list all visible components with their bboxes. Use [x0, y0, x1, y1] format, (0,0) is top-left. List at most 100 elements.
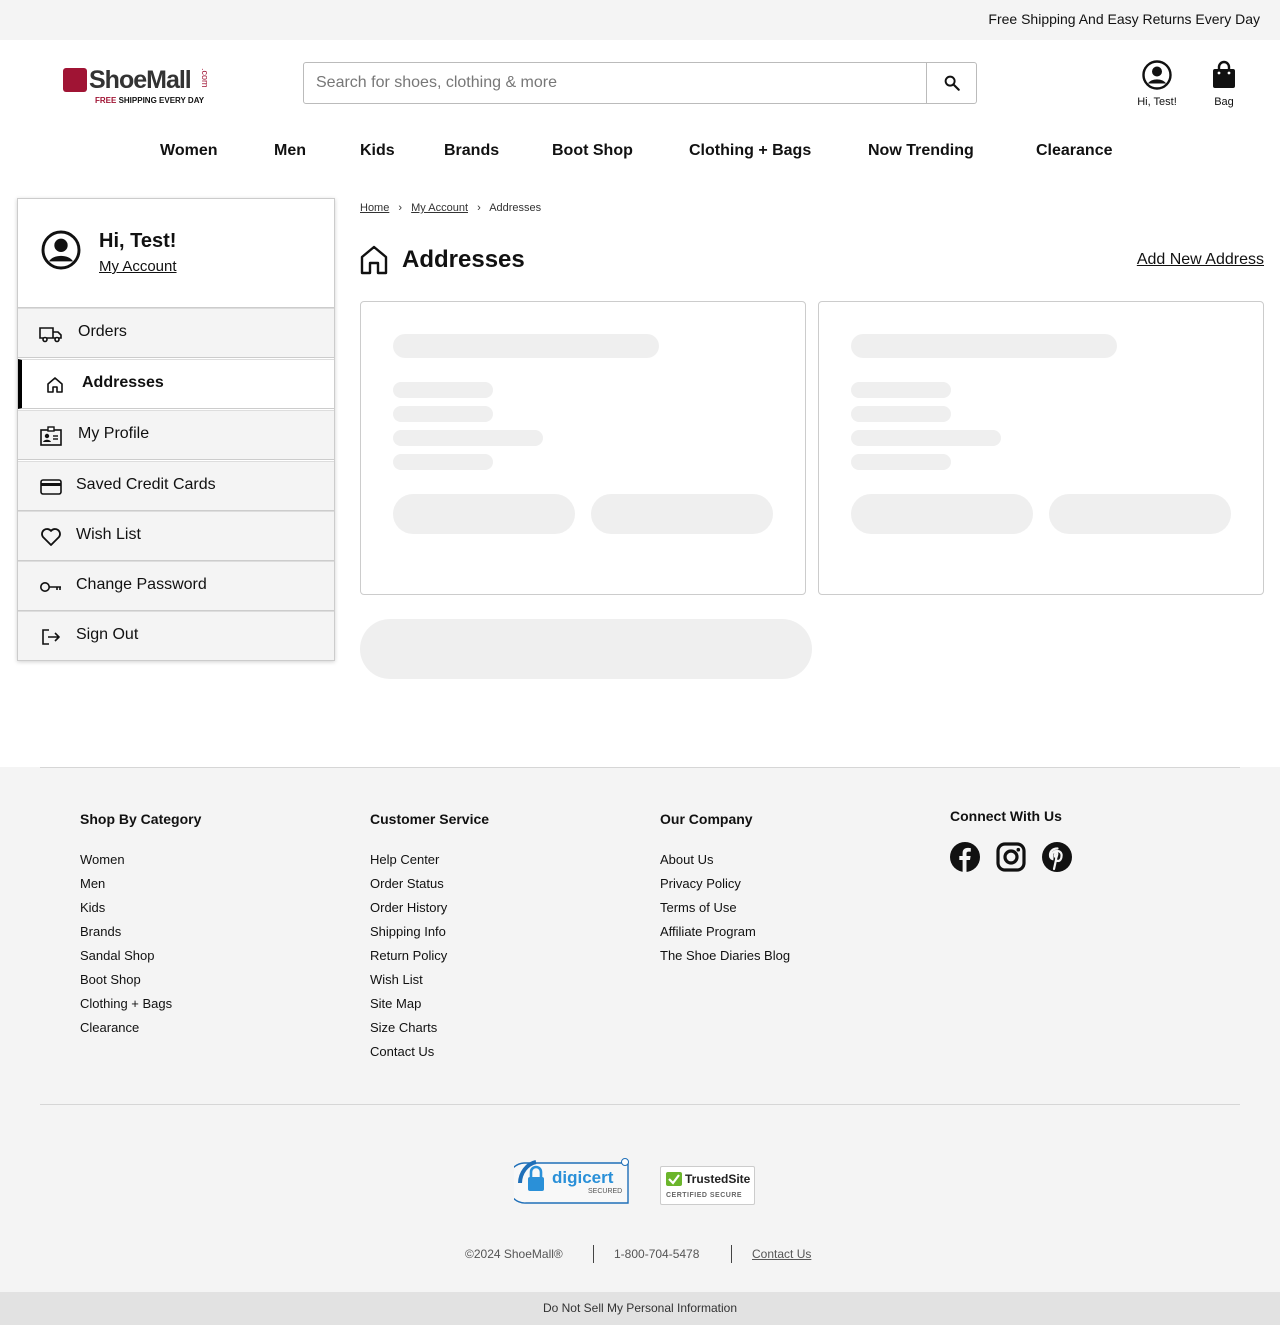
- footer-link[interactable]: Size Charts: [370, 1016, 489, 1040]
- footer-link[interactable]: Boot Shop: [80, 968, 201, 992]
- skeleton-line: [851, 406, 951, 422]
- footer-link[interactable]: Women: [80, 848, 201, 872]
- header-account[interactable]: Hi, Test!: [1128, 60, 1186, 108]
- add-new-address-link[interactable]: Add New Address: [1137, 251, 1264, 269]
- footer-link[interactable]: Affiliate Program: [660, 920, 790, 944]
- sidebar-item-label: Orders: [78, 323, 127, 340]
- logo-dotcom: .com: [200, 68, 210, 88]
- instagram-icon[interactable]: [996, 842, 1026, 872]
- header-bag[interactable]: Bag: [1204, 60, 1244, 108]
- search-input[interactable]: [304, 63, 926, 103]
- sidebar-item-orders[interactable]: Orders: [18, 308, 334, 358]
- nav-boot-shop[interactable]: Boot Shop: [552, 142, 633, 160]
- sidebar-item-addresses[interactable]: Addresses: [18, 359, 334, 409]
- footer-heading: Customer Service: [370, 811, 490, 827]
- skeleton-line: [851, 334, 1117, 358]
- skeleton-button: [1049, 494, 1231, 534]
- footer-link[interactable]: Help Center: [370, 848, 489, 872]
- sidebar-item-saved-credit-cards[interactable]: Saved Credit Cards: [18, 461, 334, 511]
- promo-text: Free Shipping And Easy Returns Every Day: [988, 11, 1260, 27]
- footer-link[interactable]: Return Policy: [370, 944, 489, 968]
- sign-out-icon: [39, 626, 63, 648]
- skeleton-line: [393, 334, 659, 358]
- footer-link[interactable]: About Us: [660, 848, 790, 872]
- footer-link[interactable]: Sandal Shop: [80, 944, 201, 968]
- skeleton-wide-button: [360, 619, 812, 679]
- page-title-text: Addresses: [402, 246, 525, 273]
- skeleton-line: [393, 406, 493, 422]
- footer-heading: Our Company: [660, 811, 753, 827]
- footer-link[interactable]: The Shoe Diaries Blog: [660, 944, 790, 968]
- do-not-sell-link[interactable]: Do Not Sell My Personal Information: [0, 1292, 1280, 1325]
- footer-heading: Shop By Category: [80, 811, 202, 827]
- separator: [731, 1245, 732, 1263]
- nav-women[interactable]: Women: [160, 142, 217, 160]
- header-bag-label: Bag: [1214, 96, 1234, 108]
- sidebar-item-sign-out[interactable]: Sign Out: [18, 611, 334, 661]
- heart-icon: [39, 526, 63, 548]
- search-icon: [944, 75, 960, 91]
- footer-link[interactable]: Clearance: [80, 1016, 201, 1040]
- trustedsite-seal[interactable]: TrustedSite CERTIFIED SECURE: [660, 1166, 755, 1205]
- sidebar-greeting: Hi, Test!: [99, 230, 177, 252]
- digicert-text: digicert: [552, 1168, 614, 1187]
- nav-clothing-bags[interactable]: Clothing + Bags: [689, 142, 811, 160]
- nav-brands[interactable]: Brands: [444, 142, 499, 160]
- footer-link[interactable]: Contact Us: [370, 1040, 489, 1064]
- breadcrumb-current: Addresses: [489, 202, 542, 214]
- footer-link[interactable]: Clothing + Bags: [80, 992, 201, 1016]
- nav-clearance[interactable]: Clearance: [1036, 142, 1113, 160]
- sidebar-my-account-link[interactable]: My Account: [99, 258, 177, 275]
- user-circle-icon: [1142, 60, 1172, 90]
- footer-link[interactable]: Shipping Info: [370, 920, 489, 944]
- skeleton-button: [393, 494, 575, 534]
- user-circle-icon: [41, 230, 81, 270]
- bag-icon: [1213, 60, 1235, 88]
- pinterest-icon[interactable]: [1042, 842, 1072, 872]
- footer-link[interactable]: Brands: [80, 920, 201, 944]
- footer-link[interactable]: Order History: [370, 896, 489, 920]
- footer-column-shop-by-category: Shop By Category Women Men Kids Brands S…: [80, 811, 201, 1040]
- skeleton-button: [591, 494, 773, 534]
- logo-wordmark: ShoeMall: [89, 66, 192, 94]
- phone-number: 1-800-704-5478: [614, 1247, 700, 1261]
- header-user-label: Hi, Test!: [1137, 96, 1177, 108]
- nav-kids[interactable]: Kids: [360, 142, 395, 160]
- breadcrumb-home[interactable]: Home: [360, 202, 389, 214]
- footer-column-customer-service: Customer Service Help Center Order Statu…: [370, 811, 489, 1064]
- sidebar-item-wish-list[interactable]: Wish List: [18, 511, 334, 561]
- credit-card-icon: [39, 476, 63, 498]
- footer-link[interactable]: Wish List: [370, 968, 489, 992]
- footer-heading: Connect With Us: [950, 808, 1062, 824]
- search-button[interactable]: [926, 63, 976, 103]
- footer-link[interactable]: Kids: [80, 896, 201, 920]
- sidebar-item-change-password[interactable]: Change Password: [18, 561, 334, 611]
- shoemall-logo[interactable]: ShoeMall .com FREE SHIPPING EVERY DAY: [63, 66, 223, 108]
- id-card-icon: [39, 425, 63, 447]
- main-nav: Women Men Kids Brands Boot Shop Clothing…: [0, 142, 1280, 166]
- trustedsite-text: TrustedSite: [685, 1172, 751, 1186]
- footer-contact-link[interactable]: Contact Us: [752, 1247, 811, 1261]
- account-sidebar: Hi, Test! My Account Orders Addresses My…: [17, 198, 335, 661]
- skeleton-line: [851, 430, 1001, 446]
- footer-link[interactable]: Men: [80, 872, 201, 896]
- breadcrumb-my-account[interactable]: My Account: [411, 202, 468, 214]
- sidebar-header: Hi, Test! My Account: [18, 199, 334, 308]
- footer-link[interactable]: Privacy Policy: [660, 872, 790, 896]
- footer-link[interactable]: Order Status: [370, 872, 489, 896]
- footer-link[interactable]: Terms of Use: [660, 896, 790, 920]
- sidebar-item-my-profile[interactable]: My Profile: [18, 410, 334, 460]
- footer-divider: [40, 767, 1240, 768]
- digicert-seal[interactable]: digicert SECURED: [506, 1157, 630, 1207]
- logo-tagline: FREE SHIPPING EVERY DAY: [95, 96, 205, 105]
- skeleton-line: [393, 430, 543, 446]
- nav-men[interactable]: Men: [274, 142, 306, 160]
- footer-link[interactable]: Site Map: [370, 992, 489, 1016]
- footer-legal: ©2024 ShoeMall® 1-800-704-5478 Contact U…: [0, 1245, 1280, 1265]
- nav-now-trending[interactable]: Now Trending: [868, 142, 974, 160]
- sidebar-item-label: Saved Credit Cards: [76, 476, 216, 493]
- home-icon: [360, 245, 388, 275]
- key-icon: [39, 576, 63, 598]
- copyright: ©2024 ShoeMall®: [465, 1247, 563, 1261]
- facebook-icon[interactable]: [950, 842, 980, 872]
